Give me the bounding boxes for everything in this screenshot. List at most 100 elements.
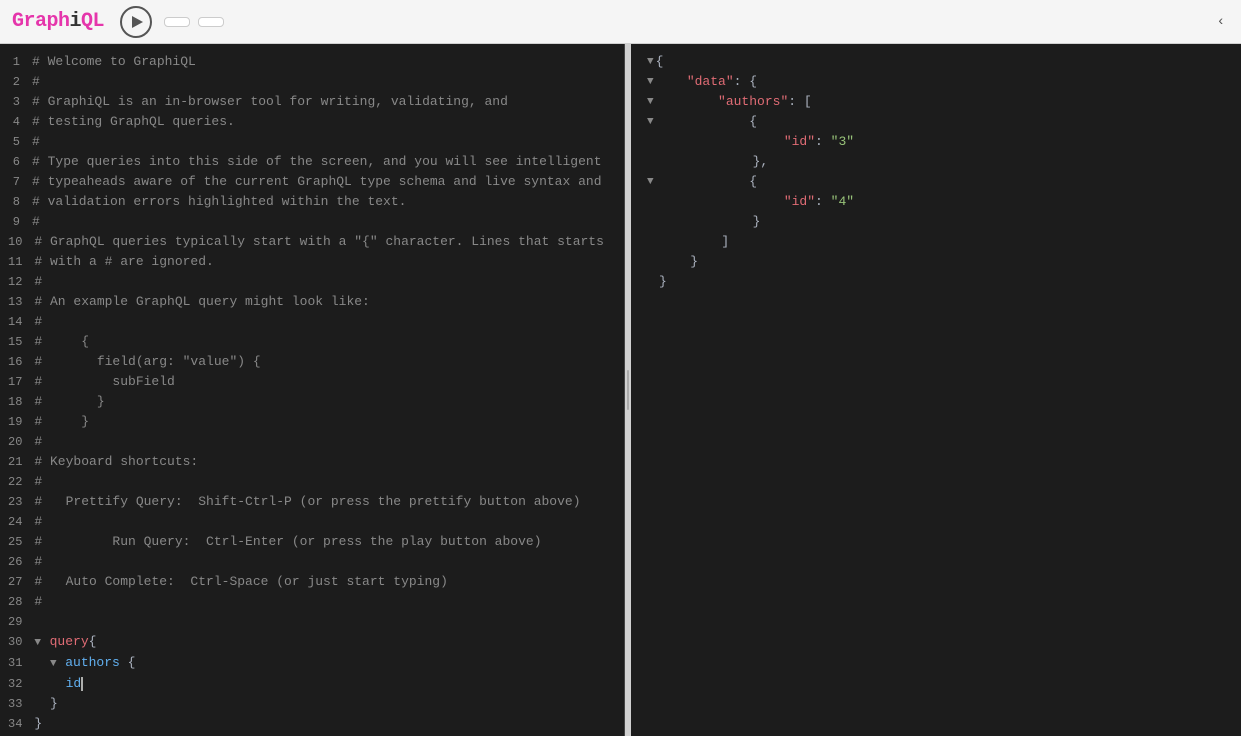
editor-line: 5#: [0, 132, 624, 152]
result-line: },: [647, 152, 1241, 172]
editor-line: 13# An example GraphQL query might look …: [0, 292, 624, 312]
result-content: {: [656, 52, 664, 72]
fold-toggle[interactable]: ▼: [647, 92, 654, 112]
line-content: # Auto Complete: Ctrl-Space (or just sta…: [34, 572, 624, 592]
history-button[interactable]: [198, 17, 224, 27]
result-content: {: [656, 112, 757, 132]
pane-divider[interactable]: [625, 44, 631, 736]
line-number: 18: [0, 392, 34, 412]
line-content: # testing GraphQL queries.: [32, 112, 624, 132]
line-number: 17: [0, 372, 34, 392]
line-number: 13: [0, 292, 34, 312]
line-content: # Prettify Query: Shift-Ctrl-P (or press…: [34, 492, 624, 512]
docs-link[interactable]: ‹: [1217, 14, 1229, 30]
line-number: 19: [0, 412, 34, 432]
code-editor[interactable]: 1# Welcome to GraphiQL2#3# GraphiQL is a…: [0, 44, 624, 736]
editor-pane[interactable]: 1# Welcome to GraphiQL2#3# GraphiQL is a…: [0, 44, 625, 736]
line-content: #: [34, 312, 624, 332]
line-number: 24: [0, 512, 34, 532]
fold-toggle[interactable]: ▼: [647, 52, 654, 72]
result-content: "authors": [: [656, 92, 812, 112]
fold-toggle[interactable]: ▼: [647, 72, 654, 92]
line-number: 26: [0, 552, 34, 572]
editor-line: 28#: [0, 592, 624, 612]
line-content: # }: [34, 412, 624, 432]
editor-line: 18# }: [0, 392, 624, 412]
line-number: 3: [0, 92, 32, 112]
line-number: 6: [0, 152, 32, 172]
logo: GraphiQL: [12, 10, 104, 33]
line-number: 16: [0, 352, 34, 372]
line-number: 22: [0, 472, 34, 492]
fold-toggle[interactable]: ▼: [647, 112, 654, 132]
line-number: 1: [0, 52, 32, 72]
line-content: }: [34, 694, 624, 714]
editor-line: 27# Auto Complete: Ctrl-Space (or just s…: [0, 572, 624, 592]
fold-toggle[interactable]: ▼: [647, 172, 654, 192]
result-content: }: [659, 252, 698, 272]
result-line: ▼ "data": {: [647, 72, 1241, 92]
play-icon: [132, 16, 143, 28]
result-line: ▼ {: [647, 172, 1241, 192]
line-content: #: [34, 512, 624, 532]
line-number: 20: [0, 432, 34, 452]
editor-line: 3# GraphiQL is an in-browser tool for wr…: [0, 92, 624, 112]
line-number: 31: [0, 653, 34, 673]
line-number: 23: [0, 492, 34, 512]
editor-line: 22#: [0, 472, 624, 492]
editor-line: 19# }: [0, 412, 624, 432]
line-content: # Type queries into this side of the scr…: [32, 152, 624, 172]
line-content: id: [34, 674, 624, 694]
line-number: 29: [0, 612, 34, 632]
editor-line: 6# Type queries into this side of the sc…: [0, 152, 624, 172]
result-content: "data": {: [656, 72, 757, 92]
result-line: ▼{: [647, 52, 1241, 72]
editor-line: 31 ▼ authors {: [0, 653, 624, 674]
line-content: # subField: [34, 372, 624, 392]
line-content: #: [34, 592, 624, 612]
line-number: 7: [0, 172, 32, 192]
editor-line: 11# with a # are ignored.: [0, 252, 624, 272]
editor-line: 34}: [0, 714, 624, 734]
chevron-left-icon: ‹: [1217, 14, 1225, 30]
editor-line: 7# typeaheads aware of the current Graph…: [0, 172, 624, 192]
line-number: 12: [0, 272, 34, 292]
editor-line: 30▼ query{: [0, 632, 624, 653]
line-number: 27: [0, 572, 34, 592]
editor-line: 23# Prettify Query: Shift-Ctrl-P (or pre…: [0, 492, 624, 512]
line-content: # typeaheads aware of the current GraphQ…: [32, 172, 624, 192]
result-content: "id": "4": [659, 192, 854, 212]
run-button[interactable]: [120, 6, 152, 38]
line-content: #: [32, 132, 624, 152]
editor-line: 8# validation errors highlighted within …: [0, 192, 624, 212]
result-line: ▼ "authors": [: [647, 92, 1241, 112]
result-area: ▼{▼ "data": {▼ "authors": [▼ { "id": "3"…: [631, 44, 1241, 300]
result-content: {: [656, 172, 757, 192]
result-content: }: [659, 212, 760, 232]
line-number: 28: [0, 592, 34, 612]
line-content: #: [34, 432, 624, 452]
line-number: 10: [0, 232, 34, 252]
line-number: 11: [0, 252, 34, 272]
result-line: "id": "4": [647, 192, 1241, 212]
line-number: 2: [0, 72, 32, 92]
line-content: #: [34, 472, 624, 492]
line-content: # GraphiQL is an in-browser tool for wri…: [32, 92, 624, 112]
editor-line: 24#: [0, 512, 624, 532]
result-content: "id": "3": [659, 132, 854, 152]
editor-line: 9#: [0, 212, 624, 232]
line-number: 34: [0, 714, 34, 734]
line-number: 15: [0, 332, 34, 352]
line-number: 25: [0, 532, 34, 552]
line-number: 30: [0, 632, 34, 652]
editor-line: 2#: [0, 72, 624, 92]
result-content: },: [659, 152, 768, 172]
result-line: "id": "3": [647, 132, 1241, 152]
line-content: # Welcome to GraphiQL: [32, 52, 624, 72]
editor-line: 26#: [0, 552, 624, 572]
line-content: # Run Query: Ctrl-Enter (or press the pl…: [34, 532, 624, 552]
result-pane[interactable]: ▼{▼ "data": {▼ "authors": [▼ { "id": "3"…: [631, 44, 1241, 736]
editor-line: 10# GraphQL queries typically start with…: [0, 232, 624, 252]
line-number: 9: [0, 212, 32, 232]
prettify-button[interactable]: [164, 17, 190, 27]
